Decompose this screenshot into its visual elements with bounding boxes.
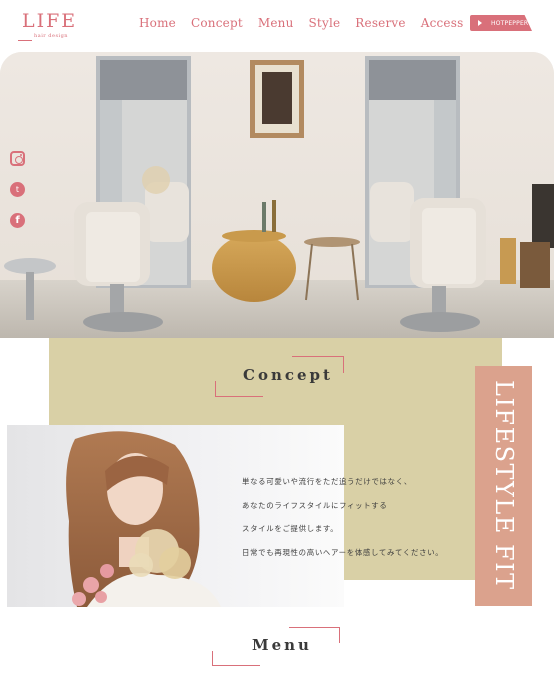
concept-deco-line-bottom [215, 396, 263, 397]
concept-line-4: 日常でも再現性の高いヘアーを体感してみてください。 [242, 547, 444, 557]
logo-accent-line [18, 40, 32, 41]
concept-line-2: あなたのライフスタイルにフィットする [242, 500, 388, 510]
instagram-icon[interactable] [10, 151, 25, 166]
nav-reserve[interactable]: Reserve [355, 16, 405, 30]
hero-salon-photo [0, 52, 554, 338]
nav-menu[interactable]: Menu [258, 16, 294, 30]
nav-home[interactable]: Home [139, 16, 176, 30]
nav-style[interactable]: Style [309, 16, 341, 30]
lifestyle-fit-label: LIFESTYLE FIT [490, 380, 518, 591]
concept-heading: Concept [243, 366, 333, 384]
hotpepper-button[interactable]: HOTPEPPER [470, 15, 532, 31]
logo-wordmark: LIFE [22, 10, 78, 32]
facebook-icon[interactable]: f [10, 213, 25, 228]
site-header: LIFE hair design Home Concept Menu Style… [0, 0, 554, 52]
concept-deco-line-top [292, 356, 344, 357]
main-nav: Home Concept Menu Style Reserve Access [139, 16, 463, 30]
menu-deco-line-top [289, 627, 340, 628]
concept-line-3: スタイルをご提供します。 [242, 524, 339, 533]
concept-description: 単なる可愛いや流行をただ追うだけではなく、 あなたのライフスタイルにフィットする… [242, 470, 482, 564]
menu-deco-line-bottom-vertical [212, 651, 213, 666]
nav-access[interactable]: Access [421, 16, 464, 30]
concept-line-1: 単なる可愛いや流行をただ追うだけではなく、 [242, 477, 412, 486]
hotpepper-label: HOTPEPPER [491, 19, 529, 27]
play-arrow-icon [478, 20, 482, 26]
concept-deco-line-top-vertical [343, 356, 344, 373]
menu-deco-line-top-vertical [339, 627, 340, 643]
menu-heading: Menu [252, 636, 312, 654]
nav-concept[interactable]: Concept [191, 16, 243, 30]
logo-tagline: hair design [34, 33, 69, 39]
concept-deco-line-bottom-vertical [215, 381, 216, 397]
menu-deco-line-bottom [212, 665, 260, 666]
site-logo[interactable]: LIFE hair design [18, 10, 78, 44]
twitter-icon[interactable]: t [10, 182, 25, 197]
salon-interior-image [0, 52, 554, 338]
